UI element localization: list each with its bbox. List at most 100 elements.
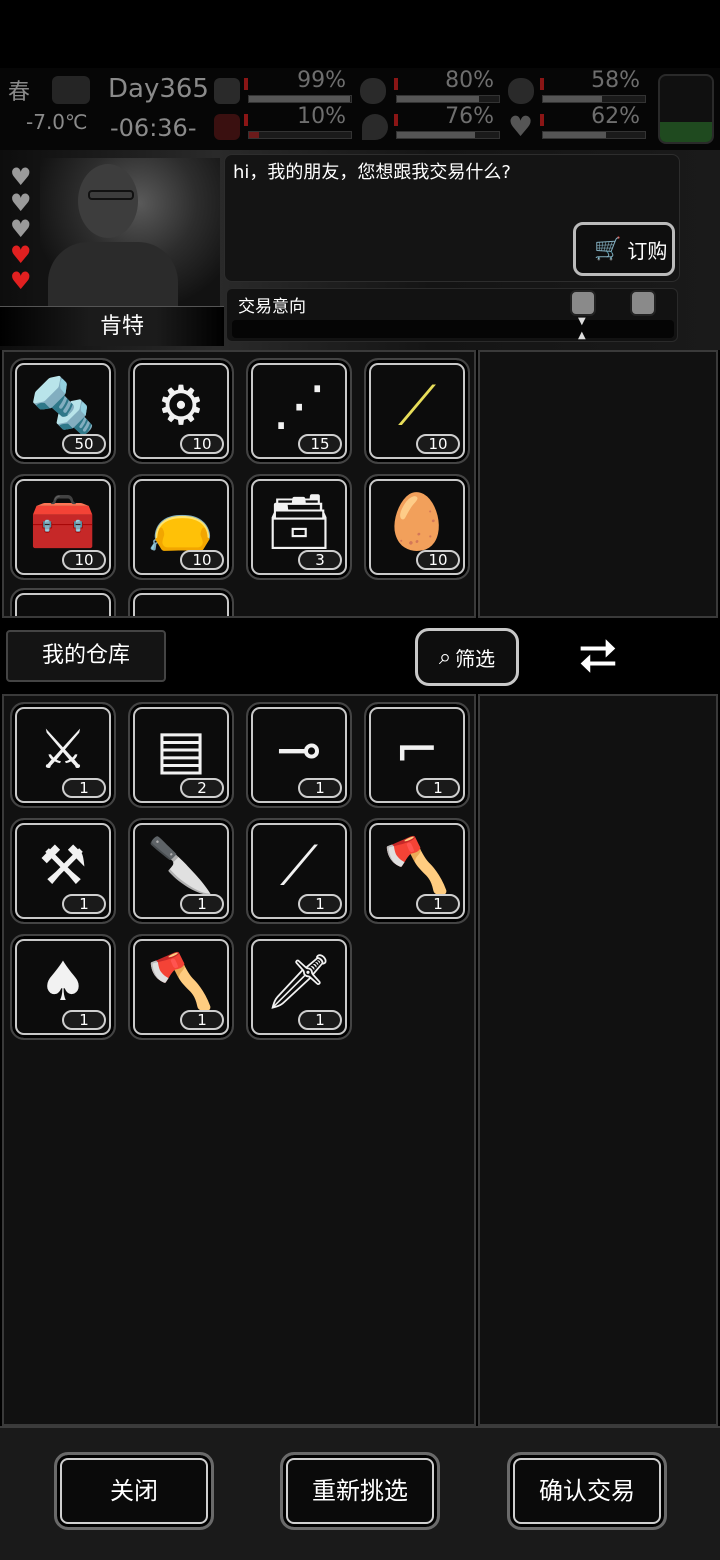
npc-portrait bbox=[40, 158, 220, 308]
infection-icon bbox=[214, 114, 240, 140]
order-button[interactable]: 🛒 订购 bbox=[573, 222, 675, 276]
item-slot[interactable]: ⚒ 1 bbox=[10, 818, 116, 924]
heart-icon: ♥ bbox=[10, 267, 32, 295]
heart-icon: ♥ bbox=[10, 163, 32, 191]
item-count-badge: 1 bbox=[62, 778, 106, 798]
item-slot[interactable]: ⋰ 15 bbox=[246, 358, 352, 464]
item-slot[interactable]: 🗡 1 bbox=[246, 934, 352, 1040]
item-count-badge: 10 bbox=[62, 550, 106, 570]
reselect-button[interactable]: 重新挑选 bbox=[280, 1452, 440, 1530]
item-slot[interactable]: 🧰 10 bbox=[10, 474, 116, 580]
merchant-inventory-panel: 🔩 50 ⚙ 10 ⋰ 15 ⟋ 10 🧰 10 👝 10 🗃 3 🥚 10 bbox=[2, 350, 476, 618]
shovel-icon: ♠ bbox=[38, 950, 88, 1013]
health-alert-mark bbox=[244, 78, 248, 90]
item-count-badge: 10 bbox=[416, 434, 460, 454]
item-count-badge: 1 bbox=[180, 894, 224, 914]
happy-face-icon bbox=[630, 290, 656, 316]
armor-bar bbox=[542, 95, 646, 103]
armor-icon bbox=[508, 78, 534, 104]
item-slot[interactable]: ⚙ 10 bbox=[128, 358, 234, 464]
hunger-bar bbox=[396, 95, 500, 103]
item-slot[interactable]: ▤ 2 bbox=[128, 702, 234, 808]
temperature-readout: -7.0℃ bbox=[26, 110, 88, 134]
item-slot[interactable]: ⟋ 10 bbox=[364, 358, 470, 464]
infection-value: 10% bbox=[297, 104, 346, 129]
mood-bar bbox=[542, 131, 646, 139]
thirst-alert-mark bbox=[394, 114, 398, 126]
health-bar bbox=[248, 95, 352, 103]
item-count-badge: 1 bbox=[298, 894, 342, 914]
armor-alert-mark bbox=[540, 78, 544, 90]
day-counter: Day365 bbox=[108, 74, 209, 104]
season-label: 春 bbox=[8, 80, 31, 105]
item-slot[interactable]: ⟋ 1 bbox=[246, 818, 352, 924]
order-button-label: 订购 bbox=[627, 238, 668, 263]
axe-icon: 🪓 bbox=[147, 950, 215, 1013]
thirst-bar bbox=[396, 131, 500, 139]
health-kit-icon bbox=[214, 78, 240, 104]
confirm-trade-button[interactable]: 确认交易 bbox=[507, 1452, 667, 1530]
rubble-icon: ⋰ bbox=[272, 374, 326, 437]
player-offer-panel bbox=[478, 694, 718, 1426]
armor-value: 58% bbox=[591, 68, 640, 93]
item-count-badge: 10 bbox=[416, 550, 460, 570]
merchant-item-slot-partial[interactable] bbox=[128, 588, 234, 616]
item-slot[interactable]: ⚔ 1 bbox=[10, 702, 116, 808]
hatchet-icon: 🪓 bbox=[383, 834, 451, 897]
hunger-value: 80% bbox=[445, 68, 494, 93]
filter-button[interactable]: ⌕ 筛选 bbox=[415, 628, 519, 686]
intent-marker-icon: ▼ bbox=[578, 316, 586, 327]
item-slot[interactable]: ⌐ 1 bbox=[364, 702, 470, 808]
affinity-hearts: ♥ ♥ ♥ ♥ ♥ bbox=[10, 164, 32, 294]
infection-bar bbox=[248, 131, 352, 139]
heart-icon: ♥ bbox=[10, 241, 32, 269]
screwdriver-icon: ⟋ bbox=[280, 834, 318, 897]
item-slot[interactable]: ♠ 1 bbox=[10, 934, 116, 1040]
mood-value: 62% bbox=[591, 104, 640, 129]
close-button[interactable]: 关闭 bbox=[54, 1452, 214, 1530]
swap-icon[interactable]: ⮂ bbox=[568, 626, 628, 686]
neutral-face-icon bbox=[570, 290, 596, 316]
rocket-launcher-icon: ⊸ bbox=[276, 718, 322, 781]
leather-icon: 🥚 bbox=[383, 490, 451, 553]
screws-icon: 🔩 bbox=[29, 374, 97, 437]
crossbow-icon: ⚔ bbox=[38, 718, 88, 781]
item-slot[interactable]: 🥚 10 bbox=[364, 474, 470, 580]
item-count-badge: 1 bbox=[62, 1010, 106, 1030]
hunger-alert-mark bbox=[394, 78, 398, 90]
sack-icon: 👝 bbox=[147, 490, 215, 553]
item-slot[interactable]: 🗃 3 bbox=[246, 474, 352, 580]
item-slot[interactable]: 🪓 1 bbox=[364, 818, 470, 924]
machete-icon: ⚒ bbox=[38, 834, 88, 897]
item-slot[interactable]: 🪓 1 bbox=[128, 934, 234, 1040]
npc-name: 肯特 bbox=[99, 314, 144, 339]
toolbag-icon: 🧰 bbox=[29, 490, 97, 553]
yellow-sticks-icon: ⟋ bbox=[398, 374, 436, 437]
mood-alert-mark bbox=[540, 114, 544, 126]
dialog-text: hi，我的朋友，您想跟我交易什么? bbox=[233, 162, 511, 183]
item-count-badge: 3 bbox=[298, 550, 342, 570]
thirst-value: 76% bbox=[445, 104, 494, 129]
item-slot[interactable]: 👝 10 bbox=[128, 474, 234, 580]
item-slot[interactable]: ⊸ 1 bbox=[246, 702, 352, 808]
toolbox-icon: 🗃 bbox=[264, 490, 334, 553]
heart-icon: ♥ bbox=[10, 215, 32, 243]
item-count-badge: 10 bbox=[180, 550, 224, 570]
trade-intent-label: 交易意向 bbox=[238, 297, 306, 317]
item-count-badge: 1 bbox=[298, 1010, 342, 1030]
item-count-badge: 10 bbox=[180, 434, 224, 454]
item-count-badge: 1 bbox=[416, 778, 460, 798]
heart-icon: ♥ bbox=[10, 189, 32, 217]
item-count-badge: 1 bbox=[180, 1010, 224, 1030]
trade-intent-bar bbox=[232, 320, 674, 338]
merchant-item-slot-partial[interactable] bbox=[10, 588, 116, 616]
item-slot[interactable]: 🔩 50 bbox=[10, 358, 116, 464]
intent-pointer-icon: ▲ bbox=[578, 330, 586, 341]
item-count-badge: 1 bbox=[416, 894, 460, 914]
weather-icon bbox=[52, 76, 90, 104]
npc-name-plate: 肯特 bbox=[0, 306, 224, 346]
health-value: 99% bbox=[297, 68, 346, 93]
item-slot[interactable]: 🔪 1 bbox=[128, 818, 234, 924]
warehouse-title: 我的仓库 bbox=[6, 630, 166, 682]
water-icon bbox=[362, 114, 388, 140]
